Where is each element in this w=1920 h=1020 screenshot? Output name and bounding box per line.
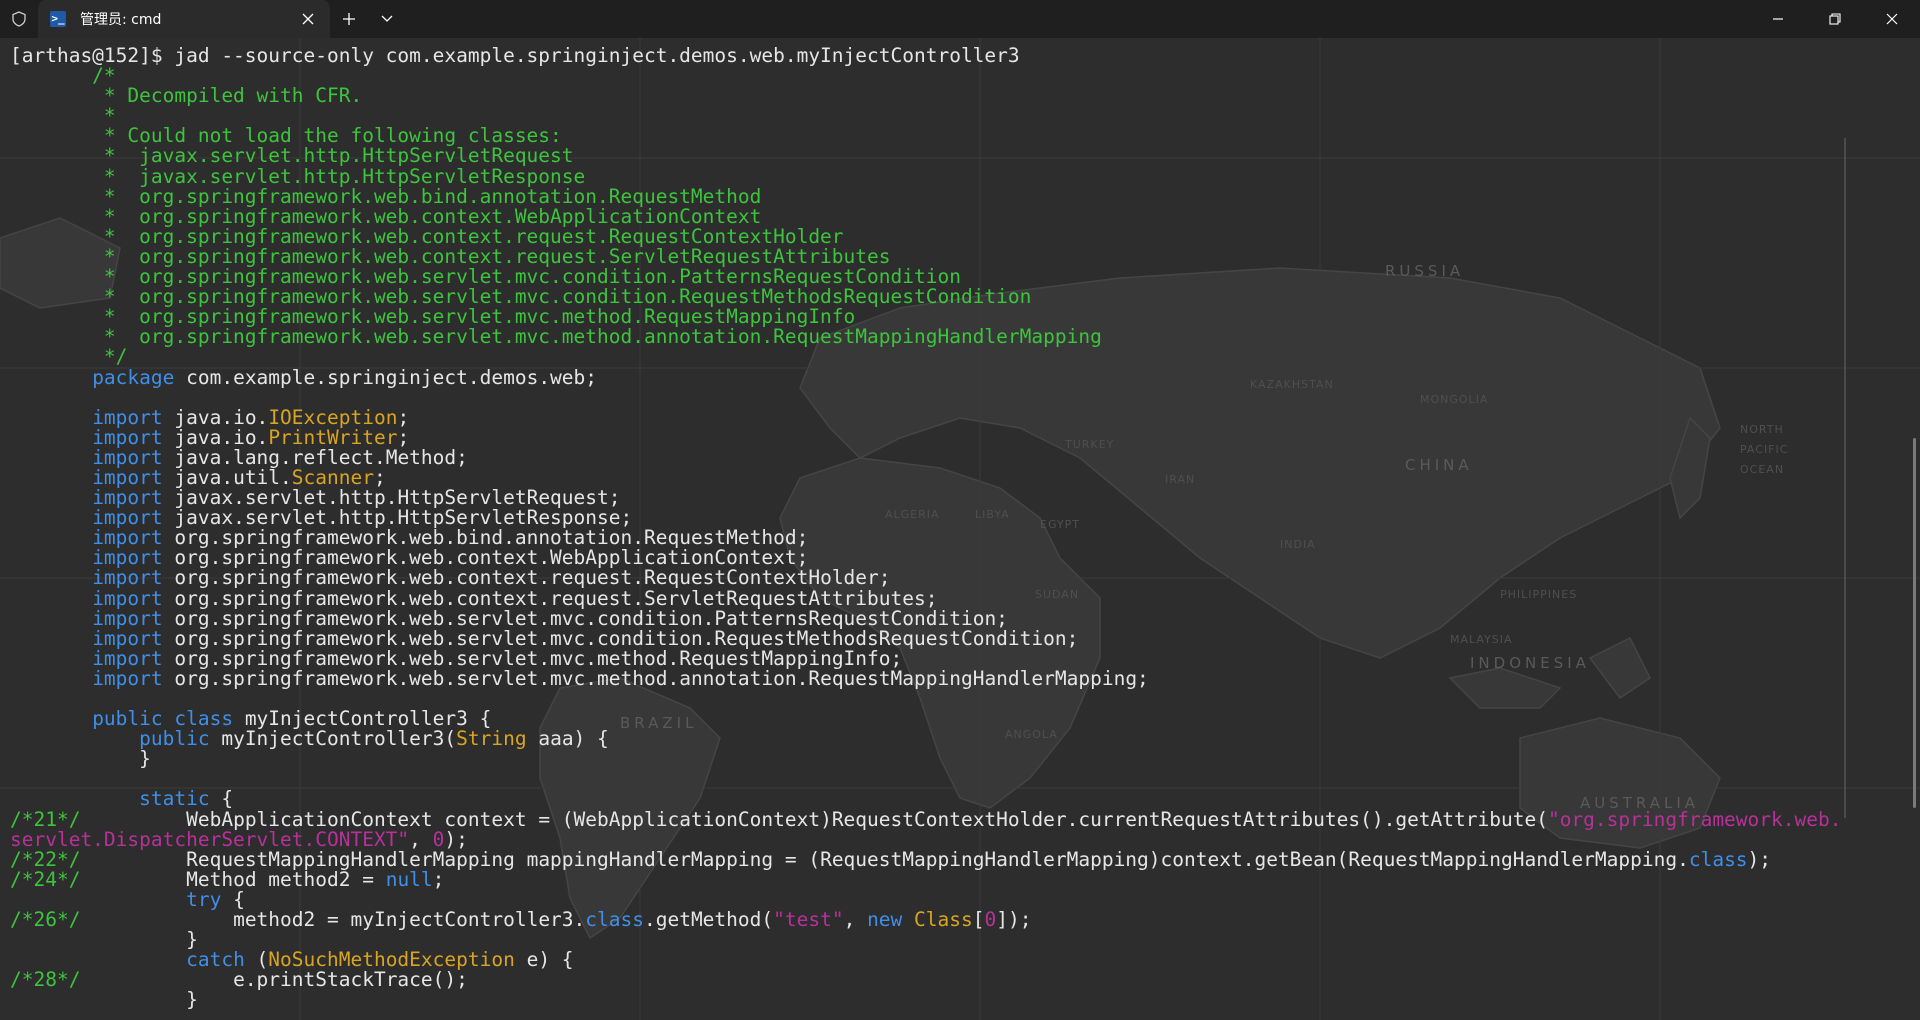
terminal-line: * org.springframework.web.context.reques… [10, 246, 1841, 267]
terminal-line: /*26*/ method2 = myInjectController3.cla… [10, 908, 1841, 932]
terminal-line: import javax.servlet.http.HttpServletReq… [10, 488, 1841, 508]
tab-title: 管理员: cmd [80, 12, 162, 28]
code-token: "org.springframework.web. [1547, 807, 1842, 831]
code-token: ]); [996, 908, 1032, 932]
code-token: package [92, 365, 175, 389]
terminal-line: * Could not load the following classes: [10, 126, 1841, 146]
terminal-line: import java.lang.reflect.Method; [10, 447, 1841, 468]
terminal-line: /* [10, 66, 1841, 86]
code-token: import [92, 666, 163, 690]
code-token: Class [914, 908, 973, 932]
terminal-line: catch (NoSuchMethodException e) { [10, 950, 1841, 970]
terminal-line: import java.io.PrintWriter; [10, 427, 1841, 448]
code-token: .getMethod( [643, 908, 774, 932]
terminal-line: import org.springframework.web.servlet.m… [10, 666, 1841, 690]
terminal-line: static { [10, 789, 1841, 809]
terminal-line: * org.springframework.web.servlet.mvc.me… [10, 307, 1841, 327]
terminal-line: * javax.servlet.http.HttpServletRequest [10, 146, 1841, 166]
terminal-line: import org.springframework.web.servlet.m… [10, 628, 1841, 649]
terminal-line: public class myInjectController3 { [10, 709, 1841, 729]
code-token: ; [432, 867, 445, 891]
terminal-line: /*24*/ Method method2 = null; [10, 867, 1841, 891]
code-token: e) { [514, 948, 574, 972]
code-token: "test" [773, 908, 844, 932]
terminal-line: import org.springframework.web.context.r… [10, 568, 1841, 588]
close-tab-icon[interactable] [292, 3, 324, 35]
terminal-line: * javax.servlet.http.HttpServletResponse [10, 166, 1841, 187]
title-bar: >_ 管理员: cmd [0, 0, 1920, 38]
terminal-line: import javax.servlet.http.HttpServletRes… [10, 508, 1841, 528]
terminal-line: } [10, 749, 1841, 769]
powershell-icon: >_ [50, 11, 66, 27]
terminal-line: import org.springframework.web.context.W… [10, 548, 1841, 568]
restore-icon[interactable] [1806, 0, 1863, 38]
code-token: new [867, 908, 903, 932]
terminal-line: /*28*/ e.printStackTrace(); [10, 970, 1841, 990]
terminal-line: } [10, 990, 1841, 1010]
minimize-icon[interactable] [1749, 0, 1806, 38]
code-token: ); [1747, 847, 1772, 871]
shield-icon [0, 0, 38, 38]
code-token: String [456, 727, 527, 751]
terminal-line: public myInjectController3(String aaa) { [10, 729, 1841, 749]
code-token: * org.springframework.web.servlet.mvc.me… [10, 325, 1102, 349]
terminal-area[interactable]: RUSSIA CHINA INDONESIA AUSTRALIA BRAZIL … [0, 38, 1920, 1020]
code-token: , [843, 908, 868, 932]
terminal-line: try { [10, 889, 1841, 910]
terminal-line: * org.springframework.web.servlet.mvc.me… [10, 327, 1841, 347]
terminal-line: import java.io.IOException; [10, 407, 1841, 428]
close-icon[interactable] [1863, 0, 1920, 38]
terminal-line: [arthas@152]$ jad --source-only com.exam… [10, 44, 1841, 67]
terminal-line: */ [10, 347, 1841, 367]
terminal-line: * [10, 106, 1841, 126]
terminal-line: * org.springframework.web.bind.annotatio… [10, 186, 1841, 207]
terminal-line: package com.example.springinject.demos.w… [10, 365, 1841, 389]
terminal-line: import org.springframework.web.context.r… [10, 588, 1841, 609]
terminal-output: [arthas@152]$ jad --source-only com.exam… [10, 44, 1842, 1011]
code-token: class [585, 908, 644, 932]
terminal-line: import org.springframework.web.servlet.m… [10, 608, 1841, 629]
terminal-line: /*21*/ WebApplicationContext context = (… [10, 807, 1842, 831]
chevron-down-icon[interactable] [368, 0, 406, 38]
code-token: 0 [984, 908, 997, 932]
code-token: } [10, 988, 198, 1012]
code-token: [ [972, 908, 985, 932]
terminal-line: servlet.DispatcherServlet.CONTEXT", 0); [10, 829, 1841, 850]
code-token: null [385, 867, 433, 891]
code-token: com.example.springinject.demos.web; [174, 365, 598, 389]
code-token: [arthas@152]$ jad --source-only com.exam… [10, 44, 1020, 67]
terminal-line: /*22*/ RequestMappingHandlerMapping mapp… [10, 847, 1841, 871]
terminal-line: import org.springframework.web.servlet.m… [10, 648, 1841, 669]
terminal-line: import java.util.Scanner; [10, 467, 1841, 488]
terminal-line: * org.springframework.web.context.reques… [10, 226, 1841, 247]
terminal-line: import org.springframework.web.bind.anno… [10, 528, 1841, 548]
terminal-line: * org.springframework.web.context.WebApp… [10, 206, 1841, 227]
terminal-line: * Decompiled with CFR. [10, 86, 1841, 106]
terminal-line: } [10, 930, 1841, 950]
terminal-line: * org.springframework.web.servlet.mvc.co… [10, 266, 1841, 287]
code-token: class [1688, 847, 1748, 871]
code-token: org.springframework.web.servlet.mvc.meth… [162, 666, 1149, 690]
code-token: aaa) { [526, 727, 609, 751]
code-token: myInjectController3( [209, 727, 457, 751]
new-tab-button[interactable] [330, 0, 368, 38]
code-token: } [10, 747, 151, 771]
tab-cmd[interactable]: >_ 管理员: cmd [38, 0, 330, 38]
terminal-line: * org.springframework.web.servlet.mvc.co… [10, 287, 1841, 307]
scrollbar[interactable] [1913, 438, 1916, 808]
